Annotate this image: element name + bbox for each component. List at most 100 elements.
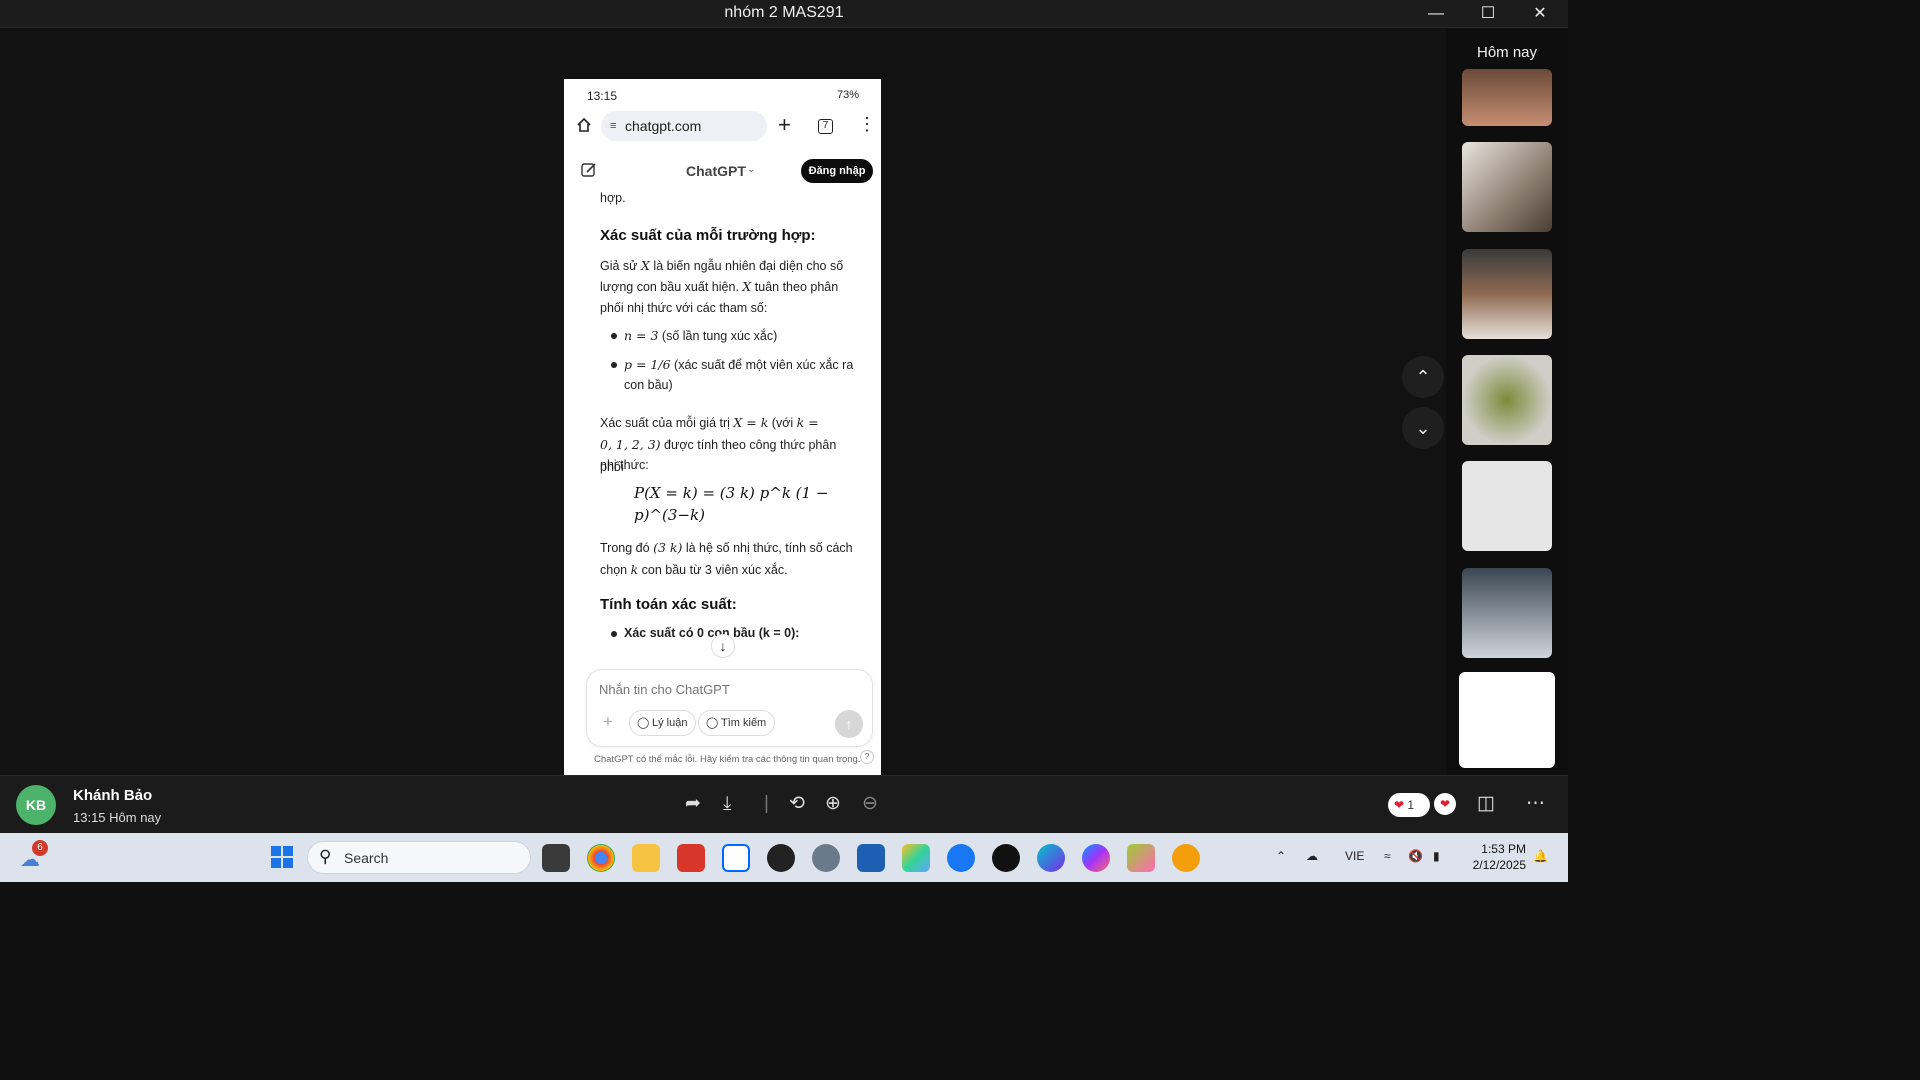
messenger-icon[interactable] xyxy=(1082,844,1110,872)
language-indicator[interactable]: VIE xyxy=(1345,849,1364,863)
list-item: n = 3 (số lần tung xúc xắc) xyxy=(624,328,778,343)
section-heading-case-probability: Xác suất của mỗi trường hợp: xyxy=(600,227,816,244)
thumbnail-image[interactable] xyxy=(1462,568,1552,658)
clock-time: 1:53 PM xyxy=(1481,842,1526,856)
app-icon[interactable] xyxy=(902,844,930,872)
start-icon[interactable] xyxy=(270,845,294,869)
lightbulb-icon: ◯ xyxy=(637,717,650,729)
scroll-down-button[interactable]: ↓ xyxy=(711,634,735,658)
bullet-dot xyxy=(611,333,617,339)
chat-message-content: hợp. Xác suất của mỗi trường hợp: Giả sử… xyxy=(564,185,881,667)
thumbnail-image[interactable] xyxy=(1462,142,1552,232)
new-tab-button[interactable]: + xyxy=(778,114,791,136)
store-icon[interactable] xyxy=(857,844,885,872)
thumbnail-image[interactable] xyxy=(1462,461,1552,551)
app-icon[interactable] xyxy=(1172,844,1200,872)
tray-overflow-icon[interactable]: ⌃ xyxy=(1276,849,1286,863)
url-field[interactable]: ≡ chatgpt.com xyxy=(601,111,767,141)
send-button[interactable]: ↑ xyxy=(835,710,863,738)
side-panel-toggle-icon[interactable]: ◫ xyxy=(1477,794,1495,814)
help-icon[interactable]: ? xyxy=(860,750,874,764)
paragraph-line: phối nhị thức với các tham số: xyxy=(600,301,768,315)
search-toggle[interactable]: ◯ Tìm kiếm xyxy=(698,710,776,736)
model-selector-label[interactable]: ChatGPT xyxy=(686,163,746,179)
heart-icon: ❤ xyxy=(1394,798,1405,812)
reasoning-toggle[interactable]: ◯ Lý luận xyxy=(629,710,697,736)
thumbnail-image-selected[interactable] xyxy=(1459,672,1555,768)
phone-screenshot: 13:15 73% ≡ chatgpt.com + 7 ⋮ ChatGPT ⌄ … xyxy=(564,79,881,783)
section-heading-calculation: Tính toán xác suất: xyxy=(600,596,737,613)
thumbnail-image[interactable] xyxy=(1462,355,1552,445)
more-options-icon[interactable]: ⋯ xyxy=(1526,794,1545,814)
binomial-formula: P(X = k) = (3 k) p^k (1 − p)^(3−k) xyxy=(634,484,829,524)
task-view-icon[interactable] xyxy=(542,844,570,872)
alienware-icon[interactable] xyxy=(992,844,1020,872)
attach-icon[interactable]: + xyxy=(603,712,613,732)
notification-icon[interactable]: 🔔 xyxy=(1533,849,1548,863)
wps-office-icon[interactable] xyxy=(677,844,705,872)
maximize-button[interactable]: ☐ xyxy=(1462,0,1514,28)
download-icon[interactable]: ⤓ xyxy=(723,794,731,814)
message-input[interactable] xyxy=(599,682,859,697)
chevron-down-icon[interactable]: ⌄ xyxy=(747,164,755,175)
chrome-icon[interactable] xyxy=(587,844,615,872)
clock-date: 2/12/2025 xyxy=(1472,858,1526,872)
taskbar-clock[interactable]: 1:53 PM 2/12/2025 xyxy=(1466,841,1526,873)
list-item: Xác suất có 0 con bầu (k = 0): xyxy=(624,626,800,640)
app-icon[interactable] xyxy=(1127,844,1155,872)
canva-icon[interactable] xyxy=(1037,844,1065,872)
home-icon[interactable] xyxy=(576,117,592,133)
thumbnail-panel: Hôm nay xyxy=(1446,29,1568,775)
login-button[interactable]: Đăng nhập xyxy=(801,159,873,183)
battery-icon[interactable]: ▮ xyxy=(1433,849,1440,863)
next-image-button[interactable]: ⌄ xyxy=(1402,407,1444,449)
bullet-dot xyxy=(611,631,617,637)
onedrive-icon[interactable]: ☁ xyxy=(1306,849,1318,863)
message-composer: + ◯Lý luận ◯Tìm kiếm ↑ xyxy=(586,669,873,747)
rotate-icon[interactable]: ⟲ xyxy=(789,794,805,814)
site-settings-icon[interactable]: ≡ xyxy=(610,111,616,141)
window-titlebar: nhóm 2 MAS291 — ☐ ✕ xyxy=(0,0,1568,28)
close-button[interactable]: ✕ xyxy=(1514,0,1566,28)
panel-header: Hôm nay xyxy=(1476,44,1538,61)
window-title: nhóm 2 MAS291 xyxy=(724,4,844,21)
zalo-icon[interactable] xyxy=(722,844,750,872)
previous-image-button[interactable]: ⌃ xyxy=(1402,356,1444,398)
thumbnail-image[interactable] xyxy=(1462,249,1552,339)
phone-status-time: 13:15 xyxy=(587,89,618,103)
paragraph-line: Trong đó (3 k) là hệ số nhị thức, tính s… xyxy=(600,540,853,555)
forward-icon[interactable]: ➦ xyxy=(685,794,701,814)
globe-icon: ◯ xyxy=(706,717,719,729)
wifi-icon[interactable]: ≈ xyxy=(1384,849,1391,863)
paragraph-line: lượng con bầu xuất hiện. X tuân theo phâ… xyxy=(600,279,839,294)
disclaimer-text: ChatGPT có thể mắc lỗi. Hãy kiểm tra các… xyxy=(594,754,861,765)
search-icon: ⚲ xyxy=(319,847,332,866)
sender-name: Khánh Bảo xyxy=(73,787,153,804)
media-player-icon[interactable] xyxy=(767,844,795,872)
text-line: hợp. xyxy=(600,191,626,205)
browser-url-bar: ≡ chatgpt.com + 7 ⋮ xyxy=(564,111,881,143)
settings-icon[interactable] xyxy=(812,844,840,872)
paragraph-line: chọn k con bầu từ 3 viên xúc xắc. xyxy=(600,562,788,577)
url-text: chatgpt.com xyxy=(625,118,702,134)
windows-taskbar: ☁ 6 ⚲ Search ⌃ ☁ VIE ≈ 🔇 ▮ 1:53 PM 2/12/… xyxy=(0,833,1568,882)
file-explorer-icon[interactable] xyxy=(632,844,660,872)
volume-muted-icon[interactable]: 🔇 xyxy=(1408,849,1423,863)
paragraph-line: Giả sử X là biến ngẫu nhiên đại diện cho… xyxy=(600,258,844,273)
minimize-button[interactable]: — xyxy=(1410,0,1462,28)
zoom-in-icon[interactable]: ⊕ xyxy=(825,794,841,814)
facebook-icon[interactable] xyxy=(947,844,975,872)
new-chat-icon[interactable] xyxy=(580,161,598,179)
tab-switcher-button[interactable]: 7 xyxy=(818,119,833,134)
zoom-out-icon[interactable]: ⊖ xyxy=(862,794,878,814)
thumbnail-image[interactable] xyxy=(1462,69,1552,126)
list-item-continued: con bầu) xyxy=(624,378,673,392)
paragraph-line: Xác suất của mỗi giá trị X = k (với k = xyxy=(600,415,819,430)
taskbar-search[interactable]: ⚲ Search xyxy=(307,841,531,874)
react-heart-button[interactable]: ❤ xyxy=(1434,793,1456,815)
phone-battery: 73% xyxy=(836,89,859,101)
image-viewer: 13:15 73% ≡ chatgpt.com + 7 ⋮ ChatGPT ⌄ … xyxy=(0,29,1446,783)
reaction-badge[interactable]: ❤ 1 xyxy=(1388,793,1430,817)
more-menu-icon[interactable]: ⋮ xyxy=(858,115,876,133)
sent-time: 13:15 Hôm nay xyxy=(73,810,162,825)
